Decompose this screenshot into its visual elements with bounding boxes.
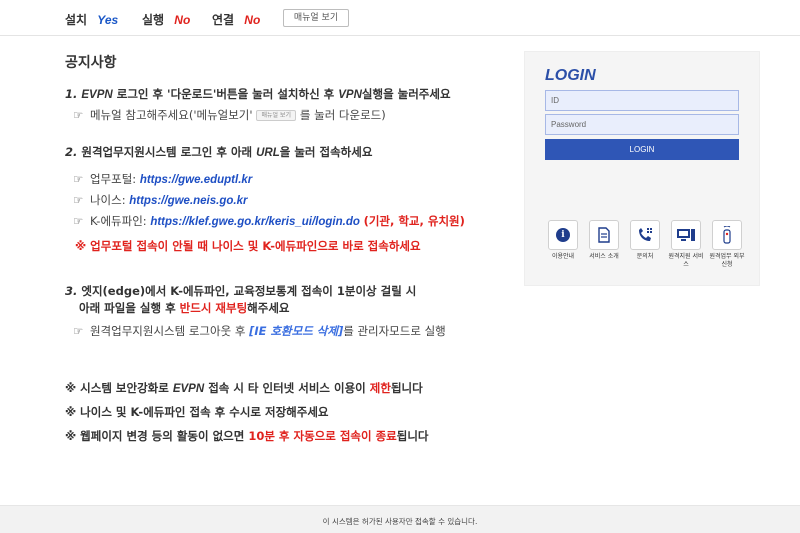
service-guide-button[interactable]: i 이용안내	[545, 220, 581, 261]
pointing-hand-icon: ☞	[73, 193, 84, 207]
remote-support-icon	[677, 229, 695, 241]
neis-link[interactable]: https://gwe.neis.go.kr	[129, 195, 247, 207]
pointing-hand-icon: ☞	[73, 172, 84, 186]
item3-line2-a: 아래 파일을 실행 후	[79, 301, 176, 315]
usb-key-icon	[723, 226, 731, 244]
warning3-b: 됩니다	[396, 429, 429, 443]
item1-number: 1.	[65, 87, 78, 101]
phone-icon	[639, 228, 652, 241]
portal-link[interactable]: https://gwe.eduptl.kr	[140, 174, 252, 186]
pointing-hand-icon: ☞	[73, 324, 84, 338]
portal-warning: ※ 업무포털 접속이 안될 때 나이스 및 K-에듀파인으로 바로 접속하세요	[75, 239, 421, 253]
manual-view-button[interactable]: 매뉴얼 보기	[283, 9, 349, 27]
item3-sub-a: 원격업무지원시스템 로그아웃 후	[89, 324, 246, 338]
run-value: No	[174, 13, 191, 27]
service-intro-button[interactable]: 서비스 소개	[586, 220, 622, 261]
kedufine-note: (기관, 학교, 유치원)	[363, 214, 465, 228]
item1-text-b: 실행을 눌러주세요	[361, 87, 451, 101]
inline-manual-button: 매뉴얼 보기	[256, 110, 297, 121]
id-input[interactable]: ID	[545, 90, 739, 111]
run-label: 실행	[142, 13, 165, 27]
pointing-hand-icon: ☞	[73, 108, 84, 122]
remote-support-label: 원격지원 서비스	[668, 253, 704, 268]
login-button[interactable]: LOGIN	[545, 139, 739, 160]
item3-line1: 엣지(edge)에서 K-에듀파인, 교육정보통계 접속이 1분이상 걸릴 시	[81, 284, 417, 298]
info-icon: i	[556, 228, 570, 242]
warning3-a: ※ 웹페이지 변경 등의 활동이 없으면	[65, 429, 245, 443]
item3-reboot: 반드시 재부팅	[179, 301, 248, 315]
item2-number: 2.	[65, 145, 78, 159]
warning1-a: ※ 시스템 보안강화로	[65, 381, 169, 395]
warning-2: ※ 나이스 및 K-에듀파인 접속 후 수시로 저장해주세요	[65, 405, 329, 419]
item3-line2-b: 해주세요	[247, 301, 290, 315]
kedufine-label: K-에듀파인:	[89, 214, 147, 228]
warning3-timeout: 10분 후 자동으로 접속이 종료	[248, 429, 397, 443]
install-status: 설치 Yes	[65, 11, 118, 28]
login-title: LOGIN	[545, 67, 596, 84]
service-guide-label: 이용안내	[551, 253, 575, 260]
top-status-bar: 설치 Yes 실행 No 연결 No 매뉴얼 보기	[0, 0, 800, 36]
neis-label: 나이스:	[89, 193, 126, 207]
ie-compat-remove-link[interactable]: [IE 호환모드 삭제]	[249, 324, 343, 338]
item1-sub-a: 메뉴얼 참고해주세요('메뉴얼보기'	[89, 108, 253, 122]
external-request-label: 원격업무 외부신청	[709, 253, 745, 268]
notice-item-2: 2. 원격업무지원시스템 로그인 후 아래 URL을 눌러 접속하세요 ☞ 업무…	[65, 144, 505, 255]
login-panel: LOGIN ID Password LOGIN i 이용안내 서비스 소개 문의…	[524, 51, 760, 286]
item2-text-b: 을 눌러 접속하세요	[279, 145, 373, 159]
item2-text-a: 원격업무지원시스템 로그인 후 아래	[81, 145, 253, 159]
connect-value: No	[244, 13, 261, 27]
warning1-c: 됩니다	[390, 381, 423, 395]
footer-text: 이 시스템은 허가된 사용자만 접속할 수 있습니다.	[322, 517, 478, 526]
install-value: Yes	[97, 13, 119, 27]
notice-item-3: 3. 엣지(edge)에서 K-에듀파인, 교육정보통계 접속이 1분이상 걸릴…	[65, 283, 505, 340]
warning1-restrict: 제한	[369, 381, 391, 395]
item2-url-word: URL	[256, 147, 280, 159]
warning-1: ※ 시스템 보안강화로 EVPN 접속 시 타 인터넷 서비스 이용이 제한됩니…	[65, 380, 505, 398]
footer: 이 시스템은 허가된 사용자만 접속할 수 있습니다.	[0, 505, 800, 533]
notice-title: 공지사항	[65, 55, 117, 71]
warning-3: ※ 웹페이지 변경 등의 활동이 없으면 10분 후 자동으로 접속이 종료됩니…	[65, 428, 505, 445]
external-request-button[interactable]: 원격업무 외부신청	[709, 220, 745, 269]
service-intro-label: 서비스 소개	[589, 253, 619, 260]
item1-vpn: VPN	[338, 89, 362, 101]
portal-label: 업무포털:	[89, 172, 137, 186]
connect-status: 연결 No	[212, 11, 260, 28]
item1-evpn: EVPN	[81, 89, 113, 101]
remote-support-button[interactable]: 원격지원 서비스	[668, 220, 704, 269]
run-status: 실행 No	[142, 11, 190, 28]
warning1-b: 접속 시 타 인터넷 서비스 이용이	[208, 381, 366, 395]
item1-sub-b: 를 눌러 다운로드)	[299, 108, 386, 122]
connect-label: 연결	[212, 13, 235, 27]
notice-item-1: 1. EVPN 로그인 후 '다운로드'버튼을 눌러 설치하신 후 VPN실행을…	[65, 86, 505, 124]
contact-label: 문의처	[636, 253, 654, 260]
item3-sub-b: 를 관리자모드로 실행	[343, 324, 446, 338]
pointing-hand-icon: ☞	[73, 214, 84, 228]
document-icon	[598, 227, 610, 243]
item3-number: 3.	[65, 284, 78, 298]
install-label: 설치	[65, 13, 88, 27]
item1-text-a: 로그인 후 '다운로드'버튼을 눌러 설치하신 후	[116, 87, 335, 101]
password-input[interactable]: Password	[545, 114, 739, 135]
service-links: i 이용안내 서비스 소개 문의처 원격지원 서비스 원격업무 외부신청	[545, 220, 745, 275]
contact-button[interactable]: 문의처	[627, 220, 663, 261]
warning1-evpn: EVPN	[172, 383, 205, 395]
kedufine-link[interactable]: https://klef.gwe.go.kr/keris_ui/login.do	[150, 216, 360, 228]
